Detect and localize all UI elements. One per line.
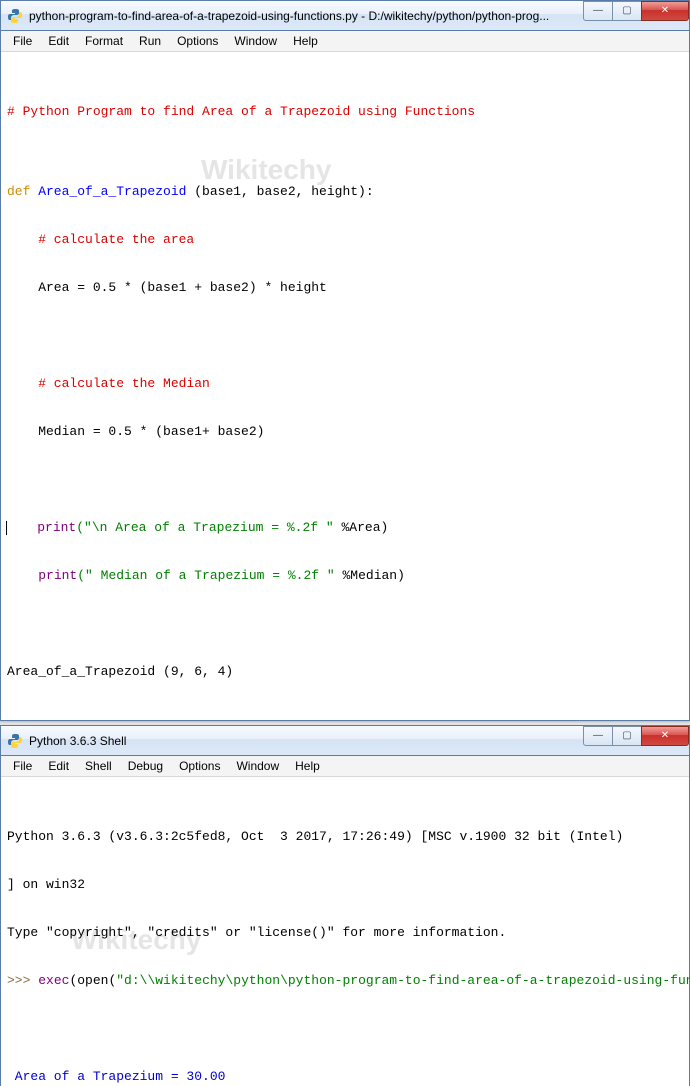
code-line: Area = 0.5 * (base1 + base2) * height [7, 280, 683, 296]
text-cursor [6, 521, 7, 535]
menu-help[interactable]: Help [285, 32, 326, 50]
shell-exec-open: (open( [69, 973, 116, 988]
code-comment: # calculate the area [7, 232, 194, 247]
code-comment: # Python Program to find Area of a Trape… [7, 104, 475, 119]
shell-title-text: Python 3.6.3 Shell [29, 734, 584, 748]
code-string: (" Median of a Trapezium = %.2f " [77, 568, 334, 583]
editor-window: python-program-to-find-area-of-a-trapezo… [0, 0, 690, 721]
menu-run[interactable]: Run [131, 32, 169, 50]
shell-banner: Python 3.6.3 (v3.6.3:2c5fed8, Oct 3 2017… [7, 829, 683, 845]
menu-edit[interactable]: Edit [40, 757, 77, 775]
code-builtin-print: print [37, 520, 76, 535]
shell-window-controls: — ▢ ✕ [584, 726, 689, 746]
code-indent [7, 568, 38, 583]
shell-banner: ] on win32 [7, 877, 683, 893]
code-tail: %Area) [334, 520, 389, 535]
shell-banner: Type "copyright", "credits" or "license(… [7, 925, 683, 941]
code-comment: # calculate the Median [7, 376, 210, 391]
menu-options[interactable]: Options [169, 32, 226, 50]
code-call: Area_of_a_Trapezoid (9, 6, 4) [7, 664, 683, 680]
code-blank [7, 472, 683, 488]
menu-format[interactable]: Format [77, 32, 131, 50]
code-keyword-def: def [7, 184, 30, 199]
code-func-name: Area_of_a_Trapezoid [30, 184, 194, 199]
close-button[interactable]: ✕ [641, 1, 689, 21]
menu-options[interactable]: Options [171, 757, 228, 775]
editor-titlebar[interactable]: python-program-to-find-area-of-a-trapezo… [1, 1, 689, 31]
shell-output-area[interactable]: Wikitechy Python 3.6.3 (v3.6.3:2c5fed8, … [1, 777, 689, 1086]
shell-titlebar[interactable]: Python 3.6.3 Shell — ▢ ✕ [1, 726, 689, 756]
code-builtin-print: print [38, 568, 77, 583]
menu-shell[interactable]: Shell [77, 757, 120, 775]
editor-title-text: python-program-to-find-area-of-a-trapezo… [29, 9, 584, 23]
shell-output-line: Area of a Trapezium = 30.00 [7, 1069, 683, 1085]
maximize-button[interactable]: ▢ [612, 726, 642, 746]
editor-menubar: File Edit Format Run Options Window Help [1, 31, 689, 52]
maximize-button[interactable]: ▢ [612, 1, 642, 21]
python-icon [7, 8, 23, 24]
close-button[interactable]: ✕ [641, 726, 689, 746]
menu-file[interactable]: File [5, 757, 40, 775]
shell-window: Python 3.6.3 Shell — ▢ ✕ File Edit Shell… [0, 725, 690, 1086]
menu-window[interactable]: Window [226, 32, 285, 50]
minimize-button[interactable]: — [583, 1, 613, 21]
shell-menubar: File Edit Shell Debug Options Window Hel… [1, 756, 689, 777]
menu-debug[interactable]: Debug [120, 757, 171, 775]
minimize-button[interactable]: — [583, 726, 613, 746]
code-tail: %Median) [335, 568, 405, 583]
code-blank [7, 328, 683, 344]
menu-window[interactable]: Window [228, 757, 287, 775]
menu-edit[interactable]: Edit [40, 32, 77, 50]
code-line: Median = 0.5 * (base1+ base2) [7, 424, 683, 440]
menu-file[interactable]: File [5, 32, 40, 50]
shell-prompt: >>> [7, 973, 38, 988]
watermark: Wikitechy [201, 162, 331, 178]
python-icon [7, 733, 23, 749]
code-string: ("\n Area of a Trapezium = %.2f " [76, 520, 333, 535]
editor-window-controls: — ▢ ✕ [584, 1, 689, 21]
shell-blank [7, 1021, 683, 1037]
shell-exec-path: "d:\\wikitechy\python\python-program-to-… [116, 973, 690, 988]
code-indent [6, 520, 37, 535]
editor-code-area[interactable]: Wikitechy # Python Program to find Area … [1, 52, 689, 720]
menu-help[interactable]: Help [287, 757, 328, 775]
code-func-sig: (base1, base2, height): [194, 184, 373, 199]
code-blank [7, 616, 683, 632]
shell-builtin-exec: exec [38, 973, 69, 988]
